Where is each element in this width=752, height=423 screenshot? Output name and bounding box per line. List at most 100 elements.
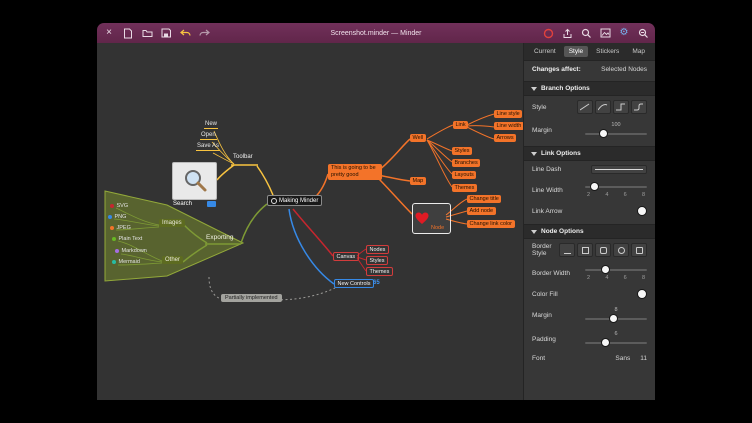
node-center[interactable]: Making Minder — [267, 195, 322, 206]
node-exporting[interactable]: Exporting — [206, 234, 233, 241]
tab-map[interactable]: Map — [627, 46, 650, 57]
node-padding-value: 6 — [614, 331, 617, 337]
node-mermaid[interactable]: Mermaid — [112, 259, 140, 265]
border-rounded-button[interactable] — [595, 243, 611, 257]
image-icon[interactable] — [599, 27, 611, 39]
node-images[interactable]: Images — [159, 219, 185, 227]
tab-current[interactable]: Current — [529, 46, 561, 57]
branch-style-straight-button[interactable] — [577, 100, 593, 114]
save-icon[interactable] — [160, 27, 172, 39]
branch-options-header[interactable]: Branch Options — [524, 81, 655, 96]
open-folder-icon[interactable] — [141, 27, 153, 39]
slider-knob[interactable] — [601, 265, 610, 274]
node-markdown[interactable]: Markdown — [115, 248, 147, 254]
node-pretty-good[interactable]: This is going to be pretty good — [328, 164, 382, 180]
titlebar-right-icons: ⚙ — [542, 27, 649, 39]
node-well[interactable]: Well — [410, 134, 426, 142]
node-margin-value: 8 — [614, 307, 617, 313]
branch-style-curved-button[interactable] — [595, 100, 611, 114]
node-canvas-styles[interactable]: Styles — [366, 256, 388, 265]
redo-icon[interactable] — [198, 27, 210, 39]
node-heart-image[interactable]: Node — [412, 203, 451, 234]
node-add-node[interactable]: Add node — [467, 207, 496, 215]
node-canvas-themes[interactable]: Themes — [366, 267, 393, 276]
node-change-link-color[interactable]: Change link color — [467, 220, 515, 228]
node-line-style[interactable]: Line style — [494, 110, 522, 118]
border-thick-button[interactable] — [631, 243, 647, 257]
node-fold-badge[interactable] — [207, 201, 216, 207]
tab-stickers[interactable]: Stickers — [591, 46, 624, 57]
line-width-row: Line Width 24 68 — [524, 178, 655, 202]
node-branches[interactable]: Branches — [452, 159, 480, 167]
link-arrow-toggle[interactable] — [637, 206, 647, 216]
undo-icon[interactable] — [179, 27, 191, 39]
branch-margin-value: 100 — [611, 122, 620, 128]
font-chooser-button[interactable]: Sans 11 — [615, 355, 647, 362]
node-other[interactable]: Other — [162, 256, 183, 264]
border-style-row: Border Style — [524, 239, 655, 261]
slider-knob[interactable] — [599, 129, 608, 138]
zoom-icon[interactable] — [637, 27, 649, 39]
node-new-controls[interactable]: New Controls — [334, 279, 374, 288]
branch-style-rounded-button[interactable] — [631, 100, 647, 114]
font-label: Font — [532, 355, 545, 362]
search-icon[interactable] — [580, 27, 592, 39]
node-map[interactable]: Map — [410, 177, 426, 185]
node-new[interactable]: New — [204, 121, 218, 129]
node-canvas-nodes[interactable]: Nodes — [366, 245, 389, 254]
changes-affect-row: Changes affect: Selected Nodes — [524, 61, 655, 77]
node-options-header[interactable]: Node Options — [524, 224, 655, 239]
node-partially-implemented[interactable]: Partially implemented — [221, 294, 282, 302]
close-button[interactable]: × — [103, 27, 115, 39]
node-padding-row: Padding 6 — [524, 327, 655, 351]
color-fill-toggle[interactable] — [637, 289, 647, 299]
node-plain-text[interactable]: Plain Text — [112, 236, 142, 242]
node-canvas[interactable]: Canvas — [333, 252, 359, 261]
node-svg[interactable]: SVG — [110, 203, 128, 209]
border-square-button[interactable] — [577, 243, 593, 257]
heart-icon — [415, 212, 429, 225]
task-circle-icon — [271, 198, 277, 204]
color-fill-label: Color Fill — [532, 291, 558, 298]
slider-knob[interactable] — [590, 182, 599, 191]
node-save-as[interactable]: Save As — [196, 143, 220, 151]
slider-knob[interactable] — [609, 314, 618, 323]
node-padding-slider[interactable] — [585, 338, 647, 347]
node-search-image[interactable]: Search — [172, 162, 217, 207]
node-themes[interactable]: Themes — [452, 184, 477, 192]
node-toolbar[interactable]: Toolbar — [231, 154, 255, 161]
color-fill-row: Color Fill — [524, 285, 655, 303]
branch-margin-row: Margin 100 — [524, 118, 655, 142]
line-dash-button[interactable] — [591, 165, 647, 174]
link-options-header[interactable]: Link Options — [524, 146, 655, 161]
record-icon[interactable] — [542, 27, 554, 39]
settings-gear-icon[interactable]: ⚙ — [618, 27, 630, 39]
node-line-width[interactable]: Line width — [494, 122, 524, 130]
changes-affect-dropdown[interactable]: Selected Nodes — [601, 66, 647, 73]
new-document-icon[interactable] — [122, 27, 134, 39]
node-margin-slider[interactable] — [585, 314, 647, 323]
link-arrow-row: Link Arrow — [524, 202, 655, 220]
node-change-title[interactable]: Change title — [467, 195, 501, 203]
export-icon[interactable] — [561, 27, 573, 39]
node-styles[interactable]: Styles — [452, 147, 472, 155]
mindmap-canvas[interactable]: New Open Save As Toolbar Search Making M… — [97, 43, 523, 400]
node-png[interactable]: PNG — [108, 214, 126, 220]
node-link[interactable]: Link — [453, 121, 468, 129]
branch-style-squared-button[interactable] — [613, 100, 629, 114]
branch-style-label: Style — [532, 104, 546, 111]
node-jpeg[interactable]: JPEG — [110, 225, 131, 231]
line-width-slider[interactable] — [585, 182, 647, 191]
border-underline-button[interactable] — [559, 243, 575, 257]
border-width-slider[interactable] — [585, 265, 647, 274]
border-pill-button[interactable] — [613, 243, 629, 257]
node-open[interactable]: Open — [200, 132, 217, 140]
node-arrows[interactable]: Arrows — [494, 134, 516, 142]
solid-line-preview — [595, 169, 643, 171]
tab-style[interactable]: Style — [564, 46, 588, 57]
branch-margin-slider[interactable] — [585, 129, 647, 138]
font-row: Font Sans 11 — [524, 351, 655, 366]
node-layouts[interactable]: Layouts — [452, 171, 476, 179]
sidebar-tabs: Current Style Stickers Map — [524, 43, 655, 61]
slider-knob[interactable] — [601, 338, 610, 347]
